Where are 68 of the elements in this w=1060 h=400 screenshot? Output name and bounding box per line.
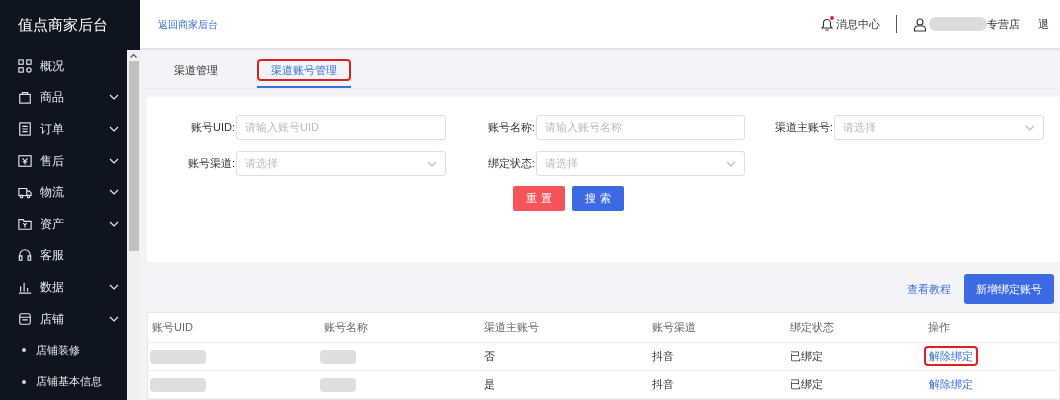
redacted-uid	[150, 377, 206, 392]
messages-link[interactable]: 消息中心	[836, 15, 880, 33]
sidebar-item[interactable]: 订单	[0, 113, 127, 145]
chevron-down-icon	[1025, 124, 1035, 131]
chevron-down-icon	[109, 189, 119, 196]
table-cell-text: 抖音	[651, 349, 675, 365]
chevron-down-icon	[109, 283, 119, 290]
table-cell-text: 抖音	[651, 377, 675, 393]
logout-link[interactable]: 退	[1038, 15, 1060, 33]
chevron-down-icon	[109, 157, 119, 164]
truck-icon	[18, 185, 32, 200]
chevron-down-icon	[726, 160, 736, 167]
sidebar-subitem[interactable]: 店铺装修	[0, 334, 127, 366]
scroll-up-icon[interactable]	[130, 53, 137, 58]
sidebar-item[interactable]: 概况	[0, 50, 127, 82]
chevron-down-icon	[109, 126, 119, 132]
grid-icon	[18, 58, 32, 73]
chevron-down-icon	[109, 94, 119, 101]
chevron-down-icon	[109, 315, 119, 322]
sidebar-item[interactable]: 物流	[0, 176, 127, 208]
tutorial-link[interactable]: 查看教程	[907, 280, 951, 298]
search-button[interactable]: 搜 索	[572, 186, 624, 211]
app-title: 值点商家后台	[18, 14, 108, 35]
column-header: 绑定状态	[789, 320, 835, 336]
sidebar-item[interactable]: 售后	[0, 144, 127, 177]
column-header: 账号UID	[151, 320, 194, 336]
shop-name-suffix: 专营店	[987, 16, 1020, 32]
redacted-name	[320, 377, 356, 392]
sidebar-item[interactable]: 数据	[0, 271, 127, 303]
column-header: 账号名称	[323, 320, 369, 336]
yen-icon	[18, 153, 32, 168]
filter-label: 渠道主账号:	[773, 120, 834, 136]
column-header: 操作	[927, 320, 951, 336]
unbind-link[interactable]: 解除绑定	[926, 348, 976, 365]
unbind-link[interactable]: 解除绑定	[926, 376, 976, 393]
folder-icon	[18, 216, 32, 231]
filter-label: 账号名称:	[486, 120, 536, 136]
table-cell-text: 否	[483, 349, 496, 365]
filter-label: 账号渠道:	[186, 156, 236, 172]
table-cell-text: 已绑定	[789, 349, 824, 365]
bag-icon	[18, 90, 32, 105]
redacted-name	[320, 349, 356, 364]
chevron-down-icon	[109, 220, 119, 227]
tab[interactable]: 渠道账号管理	[257, 54, 351, 88]
filter-label: 账号UID:	[190, 120, 236, 136]
redacted-shop-name	[929, 17, 987, 32]
redacted-uid	[150, 349, 206, 364]
headset-icon	[18, 248, 32, 263]
back-link[interactable]: 返回商家后台	[158, 16, 218, 32]
sidebar-subitem[interactable]: 店铺基本信息	[0, 365, 127, 398]
table-cell-text: 已绑定	[789, 377, 824, 393]
column-header: 渠道主账号	[483, 320, 540, 336]
column-header: 账号渠道	[651, 320, 697, 336]
bell-button[interactable]	[820, 16, 834, 32]
sidebar-item[interactable]: 资产	[0, 207, 127, 240]
sidebar-item[interactable]: 店铺	[0, 302, 127, 335]
chevron-down-icon	[427, 160, 437, 167]
add-account-button[interactable]: 新增绑定账号	[964, 274, 1054, 304]
table-cell-text: 是	[483, 377, 496, 393]
store-icon	[18, 311, 32, 326]
document-icon	[18, 122, 32, 136]
tab[interactable]: 渠道管理	[160, 54, 232, 88]
bell-icon	[820, 16, 834, 32]
sidebar-item[interactable]: 客服	[0, 239, 127, 272]
filter-label: 绑定状态:	[486, 156, 536, 172]
scrollbar[interactable]	[127, 50, 140, 400]
user-icon[interactable]	[913, 16, 927, 32]
sidebar-item[interactable]: 商品	[0, 81, 127, 114]
